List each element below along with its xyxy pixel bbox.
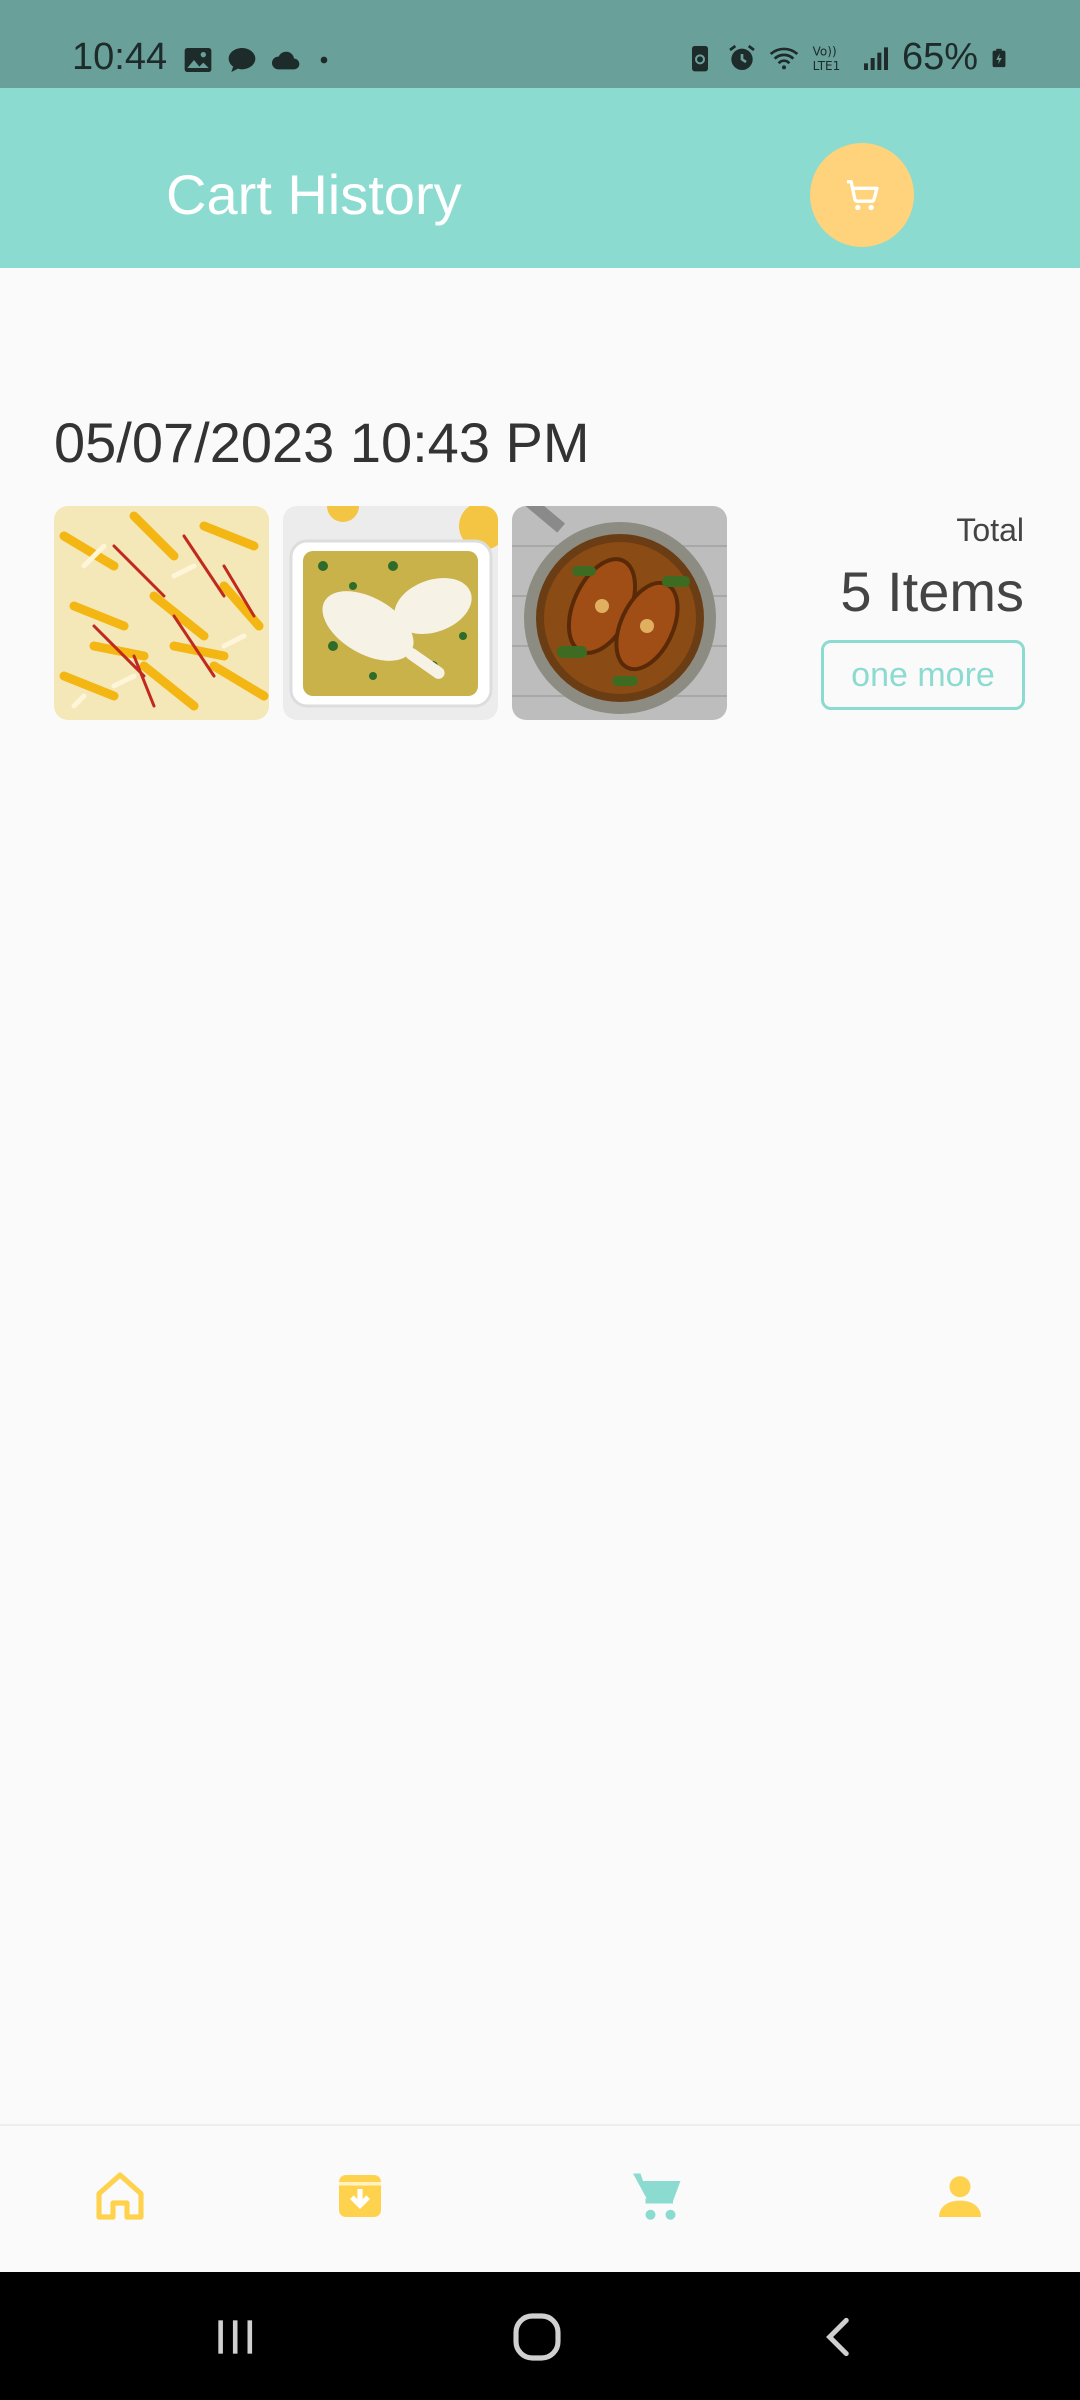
alarm-icon	[729, 44, 755, 70]
app-bar: Cart History	[0, 88, 1080, 268]
history-date: 05/07/2023 10:43 PM	[54, 411, 590, 474]
nav-profile[interactable]	[930, 2166, 990, 2226]
battery-icon	[992, 48, 1006, 67]
home-button[interactable]	[497, 2302, 577, 2372]
back-button[interactable]	[800, 2302, 880, 2372]
chat-icon	[228, 48, 256, 72]
cloud-icon	[271, 51, 300, 70]
total-items: 5 Items	[840, 560, 1024, 623]
profile-icon	[939, 2176, 981, 2217]
status-time: 10:44	[72, 36, 168, 78]
archive-icon	[339, 2175, 381, 2217]
bottom-nav	[0, 2124, 1080, 2274]
gallery-icon	[184, 48, 212, 72]
cart-icon	[847, 180, 879, 211]
recent-apps-icon	[218, 2320, 253, 2354]
status-right: Vo)) LTE1 65%	[684, 36, 1010, 79]
recent-apps-button[interactable]	[195, 2302, 275, 2372]
system-navigation-bar	[0, 2272, 1080, 2400]
home-icon	[96, 2172, 144, 2220]
home-circle-icon	[513, 2313, 561, 2361]
food-thumbnail-chicken-dish[interactable]	[283, 506, 498, 720]
nav-cart[interactable]	[628, 2166, 688, 2226]
cart-button[interactable]	[810, 143, 914, 247]
wifi-icon	[769, 47, 799, 69]
svg-text:Vo)): Vo))	[813, 44, 837, 58]
total-block: Total 5 Items	[704, 512, 1024, 624]
status-bar: 10:44 Vo)) LTE1 65%	[0, 0, 1080, 88]
page-title: Cart History	[166, 163, 462, 226]
one-more-button[interactable]: one more	[821, 640, 1025, 710]
food-thumbnail-saffron-rice[interactable]	[54, 506, 269, 720]
total-label: Total	[956, 512, 1024, 548]
battery-saver-icon	[691, 45, 708, 71]
signal-icon	[863, 46, 888, 70]
nav-archive[interactable]	[330, 2166, 390, 2226]
nav-home[interactable]	[90, 2166, 150, 2226]
cart-icon	[633, 2173, 681, 2220]
volte-icon: Vo))LTE1	[813, 44, 841, 73]
back-icon	[826, 2317, 849, 2357]
status-left-icons	[182, 40, 334, 80]
food-thumbnail-fish-curry[interactable]	[512, 506, 727, 720]
dot-icon	[320, 56, 328, 64]
battery-percent: 65%	[901, 36, 978, 78]
svg-text:LTE1: LTE1	[813, 59, 841, 73]
